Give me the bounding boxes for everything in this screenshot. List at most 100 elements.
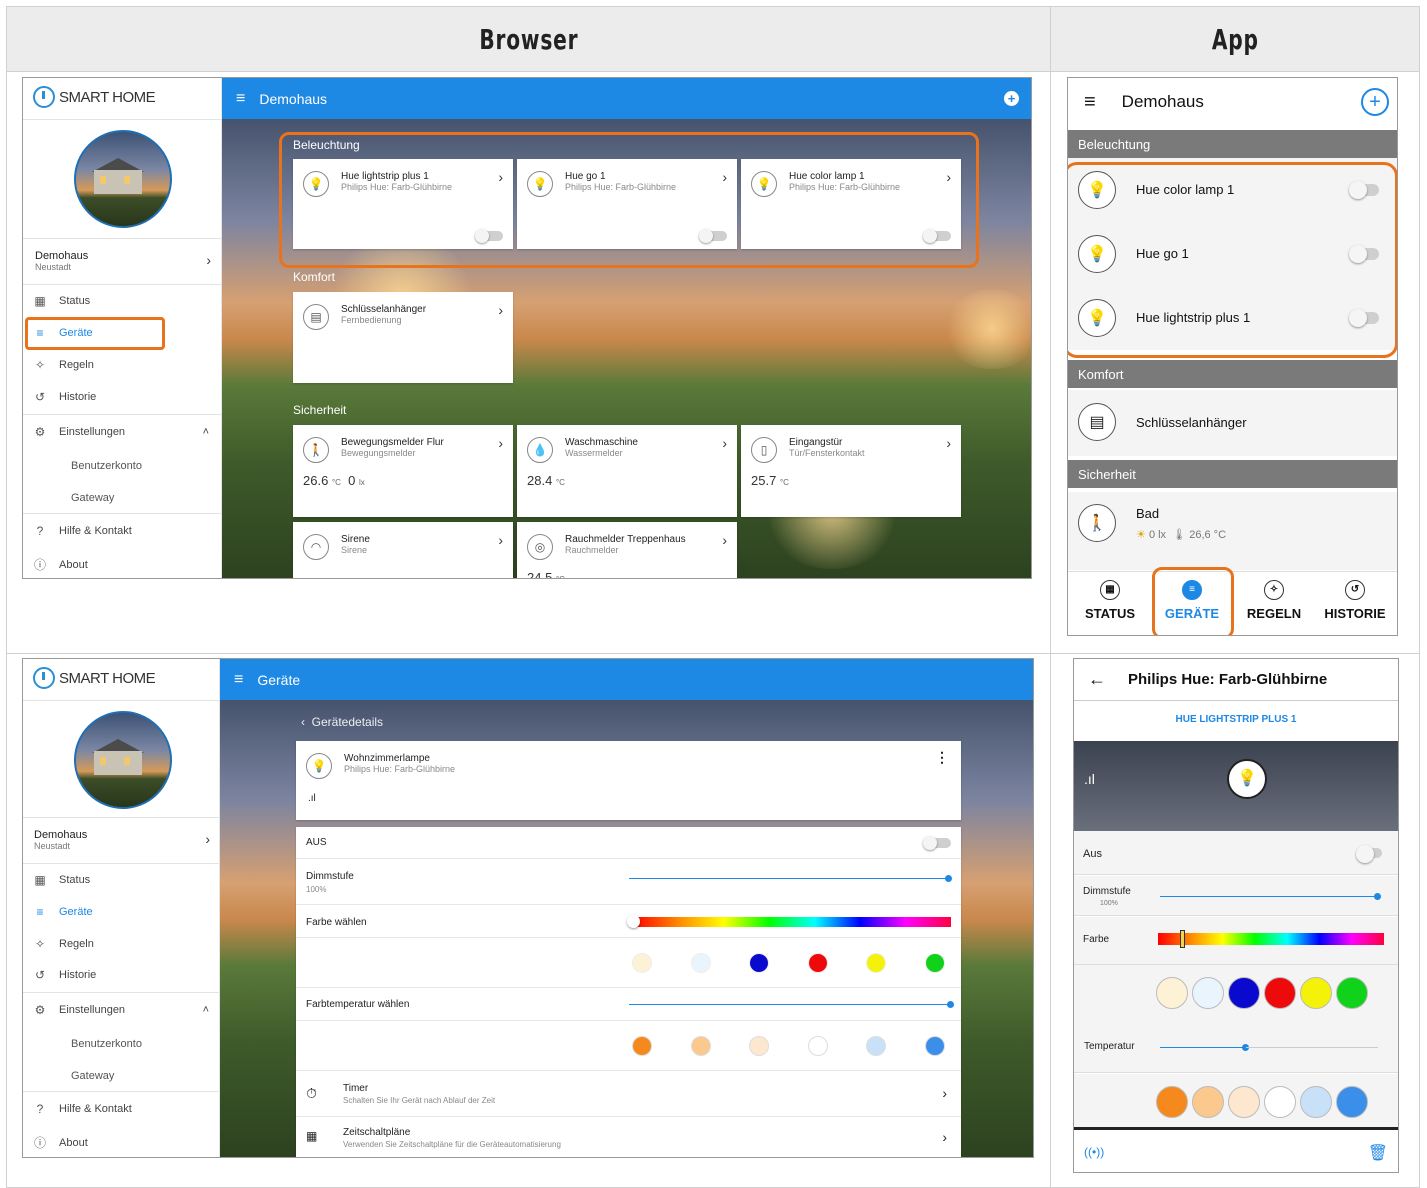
sun-icon: ☀ xyxy=(1136,529,1146,541)
dim-slider[interactable] xyxy=(629,875,952,882)
device-card[interactable]: ▤ Schlüsselanhänger Fernbedienung › xyxy=(293,292,513,383)
highlight-frame xyxy=(1068,162,1397,358)
sidebar-item-historie[interactable]: ↺ Historie xyxy=(33,968,213,982)
color-swatch[interactable] xyxy=(924,953,945,973)
sidebar-item-status[interactable]: ▦ Status xyxy=(33,873,213,887)
menu-icon[interactable]: ≡ xyxy=(236,90,245,108)
home-avatar[interactable] xyxy=(74,711,172,809)
grid-icon: ▦ xyxy=(34,294,46,308)
home-selector[interactable]: Demohaus Neustadt › xyxy=(34,829,214,855)
color-spectrum-slider[interactable] xyxy=(1158,933,1384,945)
sidebar-item-status[interactable]: ▦ Status xyxy=(33,294,213,308)
dim-slider[interactable] xyxy=(1160,893,1381,900)
temp-swatch-row xyxy=(1074,1074,1398,1130)
menu-icon[interactable]: ≡ xyxy=(1084,91,1096,114)
device-card[interactable]: 💧 Waschmaschine Wassermelder › 28.4 °C xyxy=(517,425,737,517)
sidebar-item-hilfe[interactable]: ? Hilfe & Kontakt xyxy=(33,524,213,538)
menu-icon[interactable]: ≡ xyxy=(234,671,243,689)
nav-regeln[interactable]: ✧ REGELN xyxy=(1234,580,1314,621)
sidebar-item-historie[interactable]: ↺ Historie xyxy=(33,390,213,404)
color-swatch[interactable] xyxy=(632,953,652,973)
color-slider-handle[interactable] xyxy=(1180,930,1185,948)
color-swatch[interactable] xyxy=(1336,1086,1368,1118)
sidebar-item-gateway[interactable]: Gateway xyxy=(71,1070,114,1082)
schedule-row[interactable]: ▦ Zeitschaltpläne Verwenden Sie Zeitschalt… xyxy=(296,1117,961,1157)
broadcast-icon[interactable]: ((•)) xyxy=(1084,1145,1104,1159)
smoke-detector-icon: ◎ xyxy=(527,534,553,560)
add-icon[interactable]: + xyxy=(1361,88,1389,116)
timer-row[interactable]: ⏱ Timer Schalten Sie Ihr Gerät nach Ablauf… xyxy=(296,1071,961,1117)
color-swatch[interactable] xyxy=(690,953,711,973)
signal-icon: .ıl xyxy=(1084,771,1095,787)
trash-icon[interactable]: 🗑 xyxy=(1368,1143,1388,1163)
grid-icon: ▦ xyxy=(34,873,46,887)
more-menu-icon[interactable]: ⋮ xyxy=(935,749,949,766)
home-avatar[interactable] xyxy=(74,130,172,228)
color-swatch[interactable] xyxy=(690,1036,711,1056)
device-card[interactable]: ◠ Sirene Sirene › xyxy=(293,522,513,578)
temp-slider[interactable] xyxy=(1160,1044,1249,1051)
browser-window-overview: SMART HOME Demohaus Neustadt › ▦ Status ≡… xyxy=(22,77,1032,579)
sidebar-item-about[interactable]: ⓘ About xyxy=(33,1134,213,1151)
device-row[interactable]: ▤ Schlüsselanhänger xyxy=(1068,390,1397,456)
color-swatch[interactable] xyxy=(866,1036,886,1056)
sidebar-item-hilfe[interactable]: ? Hilfe & Kontakt xyxy=(33,1102,213,1116)
sidebar-item-benutzerkonto[interactable]: Benutzerkonto xyxy=(71,460,142,472)
chevron-right-icon: › xyxy=(206,252,211,268)
toggle-switch[interactable] xyxy=(923,836,951,850)
color-slider-handle[interactable] xyxy=(627,915,640,928)
color-swatch[interactable] xyxy=(924,1036,945,1056)
color-swatch[interactable] xyxy=(1300,977,1332,1009)
power-row: Aus xyxy=(1074,831,1398,875)
device-card[interactable]: 🚶 Bewegungsmelder Flur Bewegungsmelder › 26.… xyxy=(293,425,513,517)
color-swatch[interactable] xyxy=(1300,1086,1332,1118)
sidebar-item-geraete[interactable]: ≡ Geräte xyxy=(33,905,213,919)
logo: SMART HOME xyxy=(33,667,156,689)
color-swatch[interactable] xyxy=(749,1036,769,1056)
color-swatch[interactable] xyxy=(1336,977,1368,1009)
color-swatch[interactable] xyxy=(1228,977,1260,1009)
sidebar-item-einstellungen[interactable]: ⚙ Einstellungen ˄ xyxy=(33,1003,213,1017)
color-swatch[interactable] xyxy=(1192,1086,1224,1118)
back-link[interactable]: ‹ Gerätedetails xyxy=(301,715,383,729)
top-bar: ≡ Geräte xyxy=(220,659,1033,700)
color-swatch[interactable] xyxy=(1156,1086,1188,1118)
color-swatch[interactable] xyxy=(1228,1086,1260,1118)
color-swatch[interactable] xyxy=(749,953,769,973)
list-icon: ≡ xyxy=(36,905,44,919)
app-top-bar: ← Philips Hue: Farb-Glühbirne xyxy=(1074,659,1398,701)
add-icon[interactable]: + xyxy=(1004,91,1019,106)
app-top-bar: ≡ Demohaus + xyxy=(1068,78,1397,126)
color-swatch[interactable] xyxy=(807,953,828,973)
color-swatch[interactable] xyxy=(1192,977,1224,1009)
power-row: AUS xyxy=(296,827,961,859)
color-spectrum-slider[interactable] xyxy=(633,917,951,927)
device-row[interactable]: 🚶 Bad ☀ 0 lx 🌡 26,6 °C xyxy=(1068,492,1397,570)
sidebar-item-benutzerkonto[interactable]: Benutzerkonto xyxy=(71,1038,142,1050)
sidebar-item-einstellungen[interactable]: ⚙ Einstellungen ˄ xyxy=(33,425,213,439)
dim-row: Dimmstufe 100% xyxy=(1074,876,1398,916)
color-swatch[interactable] xyxy=(807,1036,828,1056)
color-swatch[interactable] xyxy=(1156,977,1188,1009)
sidebar-item-gateway[interactable]: Gateway xyxy=(71,492,114,504)
chevron-up-icon: ˄ xyxy=(202,426,209,438)
device-tab[interactable]: HUE LIGHTSTRIP PLUS 1 xyxy=(1074,714,1398,725)
device-card[interactable]: ▯ Eingangstür Tür/Fensterkontakt › 25.7 °C xyxy=(741,425,961,517)
highlight-frame xyxy=(25,317,165,350)
home-selector[interactable]: Demohaus Neustadt › xyxy=(35,250,215,276)
sidebar-item-regeln[interactable]: ✧ Regeln xyxy=(33,937,213,951)
color-swatch[interactable] xyxy=(866,953,886,973)
sidebar-item-about[interactable]: ⓘ About xyxy=(33,556,213,573)
color-swatch[interactable] xyxy=(632,1036,652,1056)
nav-status[interactable]: ▦ STATUS xyxy=(1070,580,1150,621)
color-row: Farbe wählen xyxy=(296,905,961,938)
color-swatch-row xyxy=(1074,965,1398,1021)
nav-historie[interactable]: ↺ HISTORIE xyxy=(1315,580,1395,621)
sidebar-item-regeln[interactable]: ✧ Regeln xyxy=(33,358,213,372)
device-card[interactable]: ◎ Rauchmelder Treppenhaus Rauchmelder › 24.5… xyxy=(517,522,737,578)
color-swatch[interactable] xyxy=(1264,977,1296,1009)
toggle-switch[interactable] xyxy=(1356,845,1382,863)
temp-slider[interactable] xyxy=(629,1001,954,1008)
back-arrow-icon[interactable]: ← xyxy=(1088,669,1106,690)
color-swatch[interactable] xyxy=(1264,1086,1296,1118)
